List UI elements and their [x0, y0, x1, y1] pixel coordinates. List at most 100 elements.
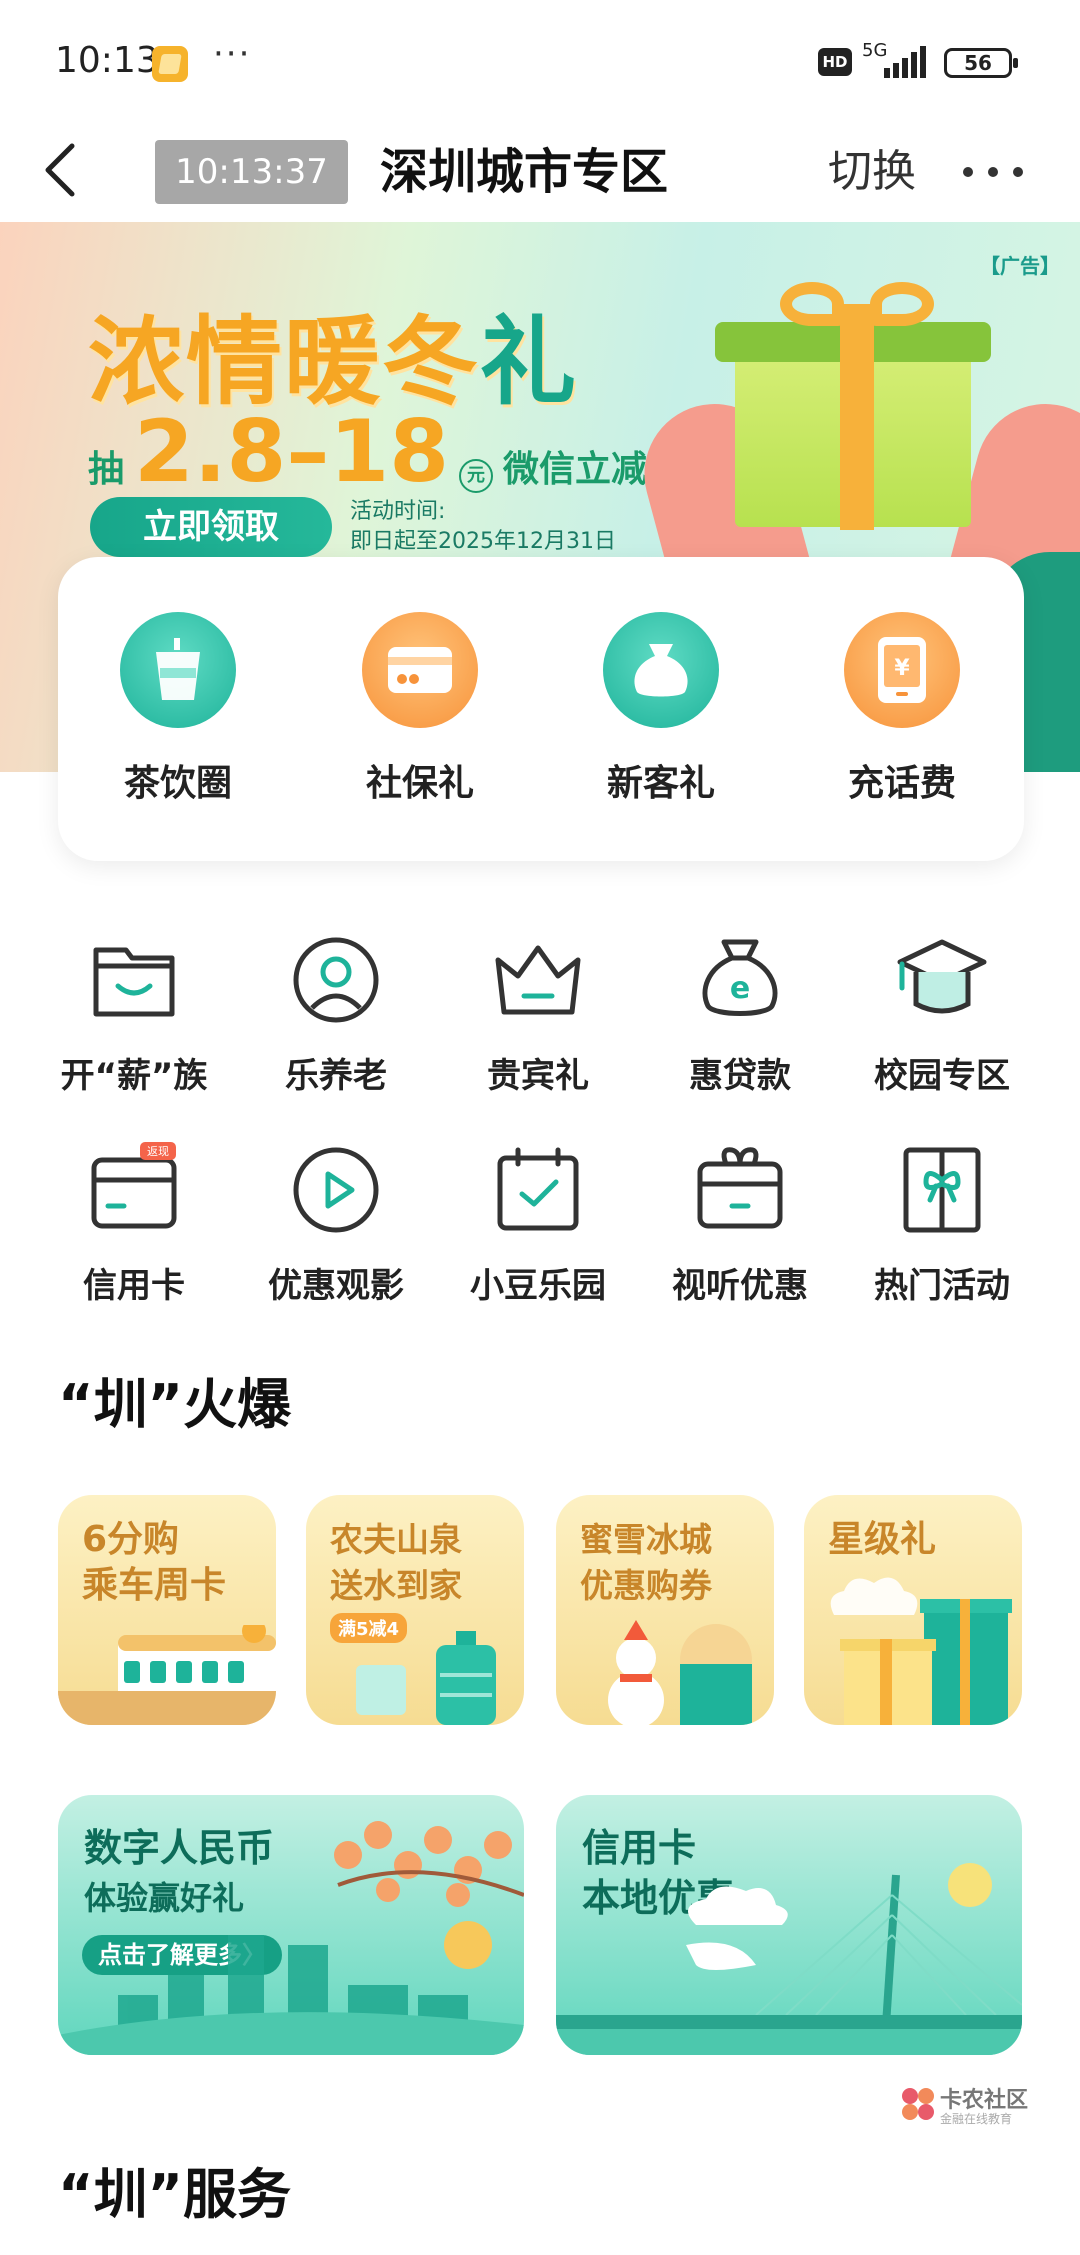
quick-item-social-security[interactable]: 社保礼 [340, 612, 500, 806]
activity-time-label: 活动时间: [350, 499, 446, 524]
signal-icon: 5G [862, 40, 932, 80]
claim-button[interactable]: 立即领取 [90, 497, 332, 557]
bag-icon [603, 612, 719, 728]
section-title-service: “圳”服务 [58, 2163, 291, 2226]
quick-item-label: 社保礼 [365, 763, 474, 804]
chevron-left-icon [45, 143, 75, 197]
section-title-hot: “圳”火爆 [58, 1373, 291, 1436]
yuan-badge: 元 [459, 459, 494, 493]
activity-time-value: 即日起至2025年12月31日 [350, 529, 616, 554]
grid-item-audio-video[interactable]: 视听优惠 [650, 1140, 830, 1307]
promo-line2: 送水到家 [330, 1566, 462, 1605]
quick-item-label: 新客礼 [606, 763, 715, 804]
gift-box-icon [690, 1140, 790, 1240]
credit-card-icon: 返现 [84, 1140, 184, 1240]
grid-item-vip[interactable]: 贵宾礼 [448, 930, 628, 1097]
ad-tag: 【广告】 [980, 254, 1060, 278]
grid-item-salary[interactable]: 开“薪”族 [44, 930, 224, 1097]
gift-ribbon-illustration [840, 304, 874, 530]
promo-text: 蜜雪冰城 优惠购券 [580, 1517, 712, 1609]
status-time: 10:13 [55, 40, 159, 81]
watermark: 卡农社区 金融在线教育 [900, 2082, 1060, 2132]
grid-item-kids-park[interactable]: 小豆乐园 [448, 1140, 628, 1307]
network-type: 5G [862, 40, 888, 61]
promo-line2: 乘车周卡 [82, 1565, 227, 1606]
city-skyline-illustration [58, 1821, 524, 2055]
person-icon [286, 930, 386, 1030]
grid-item-label: 优惠观影 [268, 1266, 404, 1306]
grid-item-label: 贵宾礼 [487, 1056, 589, 1096]
promo-line2: 优惠购券 [580, 1566, 712, 1605]
water-bottle-illustration [356, 1631, 496, 1725]
card-icon [362, 612, 478, 728]
bridge-illustration [556, 1863, 1022, 2055]
promo-credit-card-local[interactable]: 信用卡 本地优惠 [556, 1795, 1022, 2055]
grid-item-movies[interactable]: 优惠观影 [246, 1140, 426, 1307]
phone-icon: ¥ [844, 612, 960, 728]
switch-city-button[interactable]: 切换 [828, 132, 916, 212]
calendar-check-icon [488, 1140, 588, 1240]
more-icon [963, 167, 1023, 177]
nav-bar: 10:13:37 深圳城市专区 切换 [0, 120, 1080, 220]
grid-item-label: 惠贷款 [689, 1056, 791, 1096]
promo-star-gift[interactable]: 星级礼 [804, 1495, 1022, 1725]
battery-icon: 56 [944, 48, 1018, 78]
grid-item-label: 开“薪”族 [60, 1056, 208, 1096]
train-illustration [58, 1625, 276, 1725]
quick-item-label: 充话费 [847, 763, 956, 804]
svg-text:¥: ¥ [894, 656, 910, 681]
promo-digital-rmb[interactable]: 数字人民币 体验赢好礼 点击了解更多〉 [58, 1795, 524, 2055]
grid-item-hot-activities[interactable]: 热门活动 [852, 1140, 1032, 1307]
quick-item-phone-bill[interactable]: ¥ 充话费 [822, 612, 982, 806]
grid-item-loan[interactable]: e 惠贷款 [650, 930, 830, 1097]
notification-app-icon [152, 46, 188, 82]
money-bag-icon: e [690, 930, 790, 1030]
cup-icon [120, 612, 236, 728]
activity-time: 活动时间: 即日起至2025年12月31日 [350, 497, 616, 557]
gift-boxes-illustration [830, 1577, 1012, 1725]
overlay-clock: 10:13:37 [155, 140, 348, 204]
grid-item-pension[interactable]: 乐养老 [246, 930, 426, 1097]
snowman-illustration [608, 1620, 752, 1725]
promo-line1: 6分购 [82, 1519, 180, 1560]
more-notifications-icon: ··· [213, 34, 252, 74]
grid-item-label: 热门活动 [874, 1266, 1010, 1306]
page-title: 深圳城市专区 [380, 144, 669, 200]
banner-subtitle: 抽 2.8–18 元 微信立减金 [88, 402, 683, 502]
quick-item-tea[interactable]: 茶饮圈 [98, 612, 258, 806]
promo-water-delivery[interactable]: 农夫山泉 送水到家 满5减4 [306, 1495, 524, 1725]
promo-text: 星级礼 [828, 1517, 936, 1563]
gift-bow-illustration [870, 282, 934, 326]
quick-item-label: 茶饮圈 [123, 763, 232, 804]
grid-item-label: 小豆乐园 [470, 1266, 606, 1306]
promo-text: 农夫山泉 送水到家 [330, 1517, 462, 1609]
cashback-badge: 返现 [147, 1145, 169, 1158]
promo-mixue[interactable]: 蜜雪冰城 优惠购券 [556, 1495, 774, 1725]
quick-access-card: 茶饮圈 社保礼 新客礼 ¥ 充话费 [58, 557, 1024, 861]
graduation-cap-icon [892, 930, 992, 1030]
banner-sub-prefix: 抽 [88, 449, 125, 490]
svg-text:e: e [730, 971, 750, 1006]
grid-item-label: 信用卡 [83, 1266, 185, 1306]
grid-item-label: 乐养老 [285, 1056, 387, 1096]
crown-icon [488, 930, 588, 1030]
grid-item-label: 校园专区 [874, 1056, 1010, 1096]
grid-item-credit-card[interactable]: 返现 信用卡 [44, 1140, 224, 1307]
promo-text: 6分购 乘车周卡 [82, 1517, 226, 1609]
promo-line1: 农夫山泉 [330, 1520, 462, 1559]
more-menu-button[interactable] [958, 128, 1028, 208]
quick-item-new-customer[interactable]: 新客礼 [581, 612, 741, 806]
gift-bow-illustration [780, 282, 844, 326]
grid-item-campus[interactable]: 校园专区 [852, 930, 1032, 1097]
wallet-icon [84, 930, 184, 1030]
grid-item-label: 视听优惠 [672, 1266, 808, 1306]
promo-bus-pass[interactable]: 6分购 乘车周卡 [58, 1495, 276, 1725]
hd-icon: HD [818, 48, 852, 76]
promo-line1: 蜜雪冰城 [580, 1520, 712, 1559]
back-button[interactable] [40, 130, 100, 210]
promo-line1: 星级礼 [828, 1519, 937, 1560]
kanong-logo-icon [902, 2088, 934, 2120]
status-bar: 10:13 ··· HD 5G 56 [0, 0, 1080, 120]
banner-amount: 2.8–18 [134, 402, 450, 502]
ribbon-icon [892, 1140, 992, 1240]
